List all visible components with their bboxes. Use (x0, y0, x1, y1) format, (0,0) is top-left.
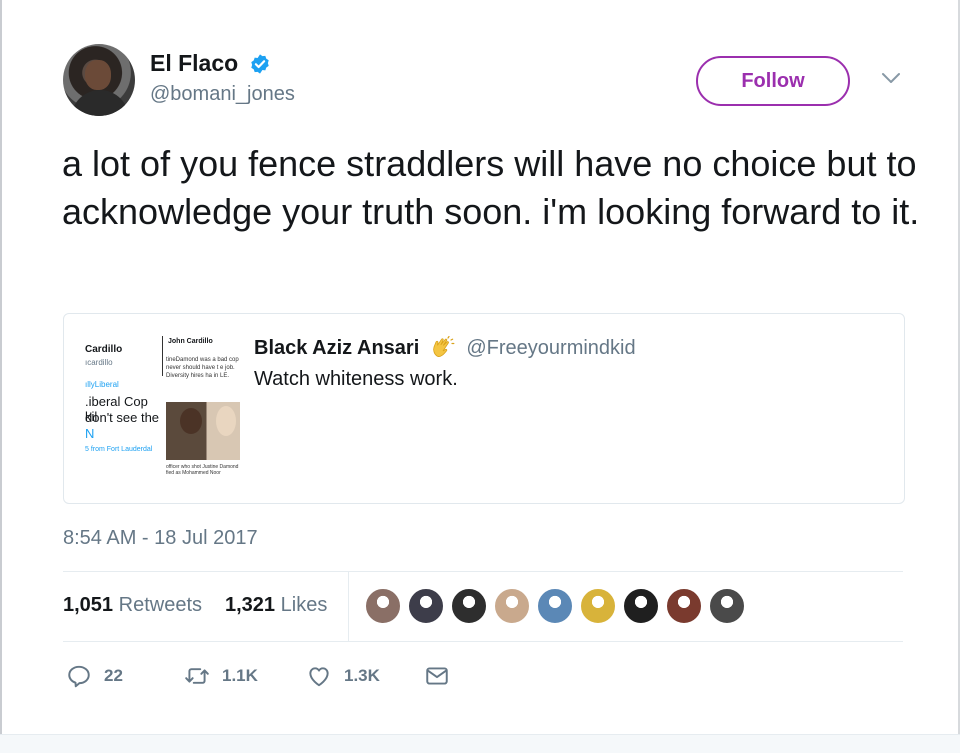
retweets-label: Retweets (118, 594, 202, 616)
author-handle[interactable]: @bomani_jones (150, 83, 295, 106)
liker-avatar[interactable] (451, 588, 487, 624)
direct-message-button[interactable] (424, 662, 450, 690)
thumbnail-photo (166, 402, 240, 460)
thumbnail-right-text: tineDamond was a bad cop never should ha… (166, 357, 239, 379)
stats-divider-vertical (348, 572, 349, 641)
liker-avatar[interactable] (408, 588, 444, 624)
like-button[interactable]: 1.3K (306, 662, 380, 690)
retweet-count: 1.1K (222, 666, 258, 685)
thumbnail-left-line: ıllyLiberal (85, 380, 119, 389)
retweets-stat[interactable]: 1,051 Retweets (63, 594, 202, 617)
like-count: 1.3K (344, 666, 380, 685)
author-display-name[interactable]: El Flaco (150, 50, 238, 77)
liker-avatar[interactable] (709, 588, 745, 624)
thumbnail-left-line: don't see the (85, 410, 160, 425)
envelope-icon (426, 667, 448, 685)
author-name-block: El Flaco @bomani_jones (150, 50, 295, 106)
liker-avatar[interactable] (666, 588, 702, 624)
retweet-button[interactable]: 1.1K (184, 662, 258, 690)
likes-count: 1,321 (225, 594, 276, 616)
likes-label: Likes (280, 594, 328, 616)
liker-avatar[interactable] (537, 588, 573, 624)
photo-person-left (180, 408, 202, 434)
reply-button[interactable]: 22 (66, 662, 123, 690)
retweet-icon (185, 668, 209, 684)
heart-icon (309, 667, 329, 687)
thumbnail-left-handle: ıcardillo (85, 358, 113, 367)
liker-avatar[interactable] (365, 588, 401, 624)
thumbnail-left-line: 5 from Fort Lauderdal (85, 446, 153, 453)
tweet-timestamp[interactable]: 8:54 AM - 18 Jul 2017 (63, 527, 258, 550)
thumbnail-left-panel: Cardillo ıcardillo ıllyLiberal .iberal C… (82, 332, 162, 486)
stats-divider-top (63, 571, 903, 572)
quoted-tweet-thumbnail: Cardillo ıcardillo ıllyLiberal .iberal C… (82, 332, 240, 486)
author-avatar[interactable] (63, 44, 135, 116)
thumbnail-right-name: John Cardillo (168, 338, 213, 345)
thumbnail-divider (162, 336, 163, 376)
verified-badge-icon (250, 53, 269, 74)
thumbnail-left-name: Cardillo (85, 344, 123, 355)
follow-button[interactable]: Follow (696, 56, 850, 106)
thumbnail-left-line: N (85, 426, 95, 441)
chevron-down-icon[interactable] (880, 70, 902, 86)
quoted-author-handle: @Freeyourmindkid (466, 337, 636, 359)
liker-avatar[interactable] (580, 588, 616, 624)
tweet-text: a lot of you fence straddlers will have … (62, 143, 920, 232)
liker-avatar[interactable] (623, 588, 659, 624)
liker-avatar[interactable] (494, 588, 530, 624)
reply-count: 22 (104, 666, 123, 685)
quoted-tweet-text: Watch whiteness work. (254, 368, 458, 390)
photo-person-right (216, 406, 236, 436)
window-edge-left (0, 0, 2, 753)
likes-stat[interactable]: 1,321 Likes (225, 594, 327, 617)
reply-icon (68, 665, 90, 688)
thumbnail-right-panel: John Cardillo tineDamond was a bad cop n… (166, 332, 240, 486)
clap-icon (433, 336, 455, 357)
bottom-strip (0, 734, 960, 753)
stats-divider-bottom (63, 641, 903, 642)
quoted-author-name: Black Aziz Ansari (254, 337, 420, 359)
thumbnail-caption: officer who shot Justine Damond fied as … (166, 464, 239, 476)
avatar-face (85, 60, 111, 90)
quoted-author-line: Black Aziz Ansari @Freeyourmindkid (254, 336, 636, 360)
quoted-tweet-card[interactable]: Cardillo ıcardillo ıllyLiberal .iberal C… (63, 313, 905, 504)
avatar-body (71, 90, 129, 116)
retweets-count: 1,051 (63, 594, 114, 616)
